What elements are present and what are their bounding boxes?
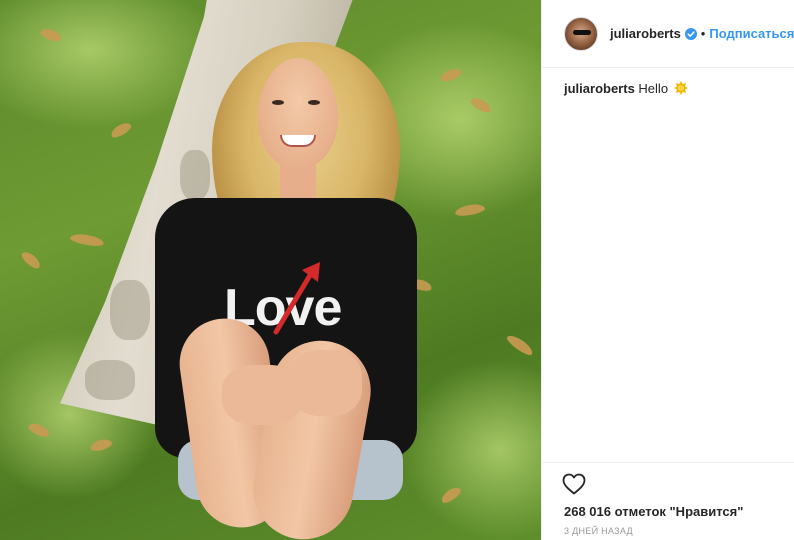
instagram-post: Love juliaroberts • Подписаться juliarob… xyxy=(0,0,794,540)
sunglasses xyxy=(573,29,591,35)
caption-username[interactable]: juliaroberts xyxy=(564,81,635,96)
verified-badge-icon xyxy=(684,27,697,40)
arrow-graphic xyxy=(273,262,320,335)
eye xyxy=(272,100,284,105)
hand xyxy=(290,350,362,416)
post-header: juliaroberts • Подписаться xyxy=(542,0,794,68)
post-actions: 268 016 отметок "Нравится" 3 ДНЕЙ НАЗАД xyxy=(542,462,794,540)
sunlit-grass-patch xyxy=(400,360,541,540)
likes-count[interactable]: 268 016 отметок "Нравится" xyxy=(564,504,743,519)
eye xyxy=(308,100,320,105)
fallen-leaf xyxy=(69,232,105,248)
header-username[interactable]: juliaroberts xyxy=(610,26,681,41)
post-photo[interactable]: Love xyxy=(0,0,541,540)
post-caption: juliaroberts Hello xyxy=(564,80,784,98)
follow-button[interactable]: Подписаться xyxy=(709,26,794,41)
post-side-panel: juliaroberts • Подписаться juliaroberts … xyxy=(541,0,794,540)
fallen-leaf xyxy=(504,332,536,358)
fallen-leaf xyxy=(19,249,43,271)
avatar[interactable] xyxy=(564,16,598,51)
bark-patch xyxy=(180,150,210,200)
heart-icon[interactable] xyxy=(562,473,586,495)
post-timestamp[interactable]: 3 ДНЕЙ НАЗАД xyxy=(564,526,633,536)
separator-dot: • xyxy=(700,26,706,41)
caption-text: Hello xyxy=(638,81,669,96)
bark-patch xyxy=(110,280,150,340)
sun-emoji-icon xyxy=(673,81,688,95)
bark-patch xyxy=(85,360,135,400)
face xyxy=(258,58,338,168)
